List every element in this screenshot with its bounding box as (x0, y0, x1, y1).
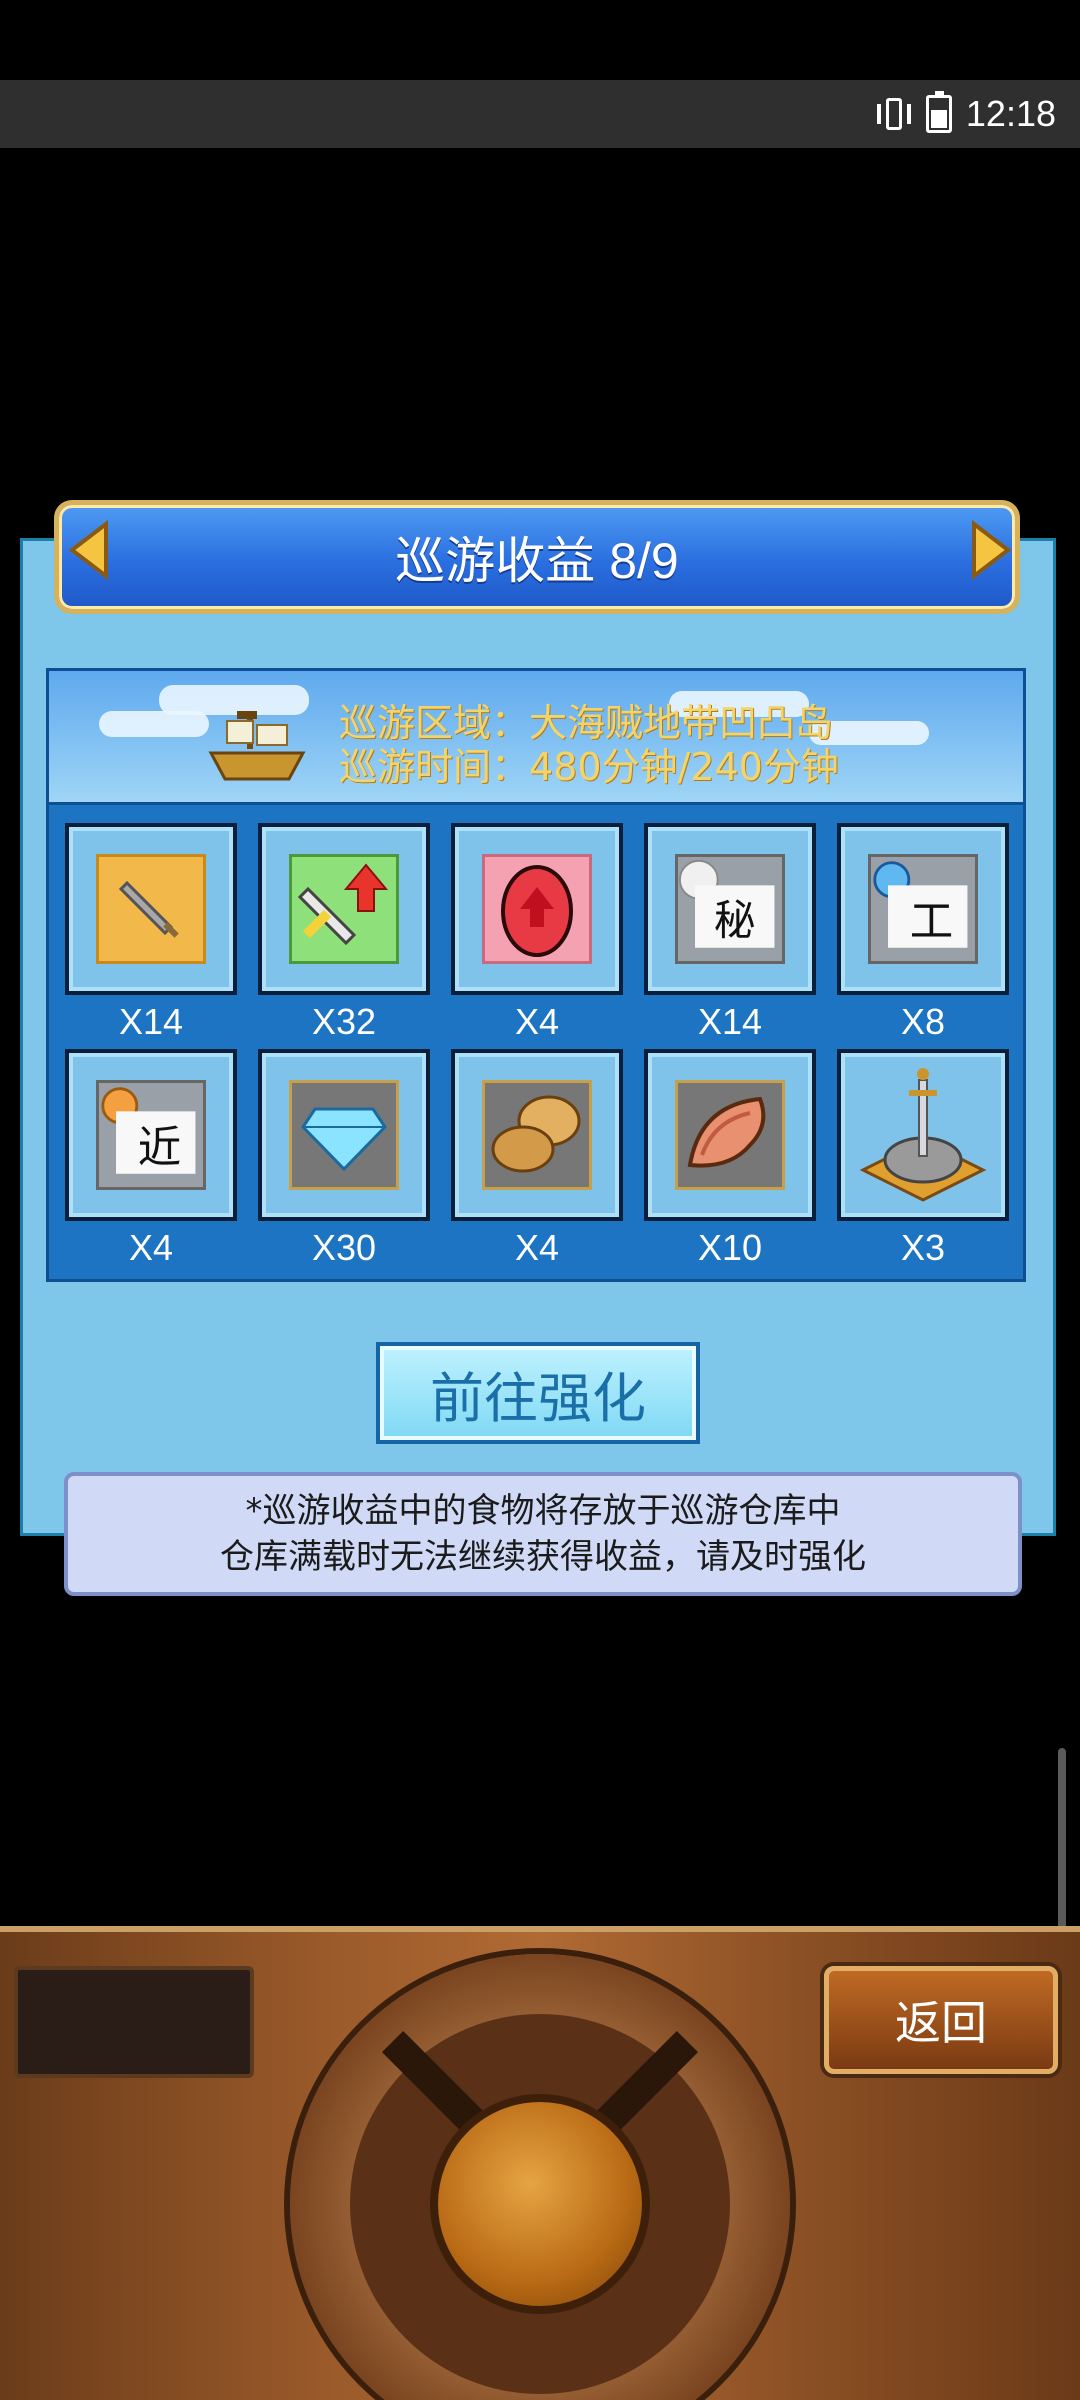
red-gem-upgrade-icon (501, 865, 573, 957)
reward-item[interactable]: X14 (65, 823, 237, 1049)
meat-icon (687, 1096, 766, 1168)
back-button[interactable]: 返回 (824, 1966, 1058, 2074)
cruise-region: 巡游区域：大海贼地带凹凸岛 (339, 701, 834, 745)
cruise-info: 巡游区域：大海贼地带凹凸岛 巡游时间：480分钟/240分钟 (49, 671, 1023, 805)
reward-item[interactable]: X4 (451, 1049, 623, 1275)
cruise-info-text: 巡游区域：大海贼地带凹凸岛 巡游时间：480分钟/240分钟 (339, 701, 839, 789)
dpad[interactable] (290, 1954, 790, 2400)
note-line-1: *巡游收益中的食物将存放于巡游仓库中 (245, 1491, 841, 1531)
go-enhance-button[interactable]: 前往强化 (376, 1342, 700, 1444)
cruise-time: 巡游时间：480分钟/240分钟 (339, 745, 839, 789)
reward-item[interactable]: X10 (644, 1049, 816, 1275)
clock: 12:18 (965, 93, 1056, 134)
display-slot (14, 1966, 254, 2078)
left-arrow-icon[interactable] (66, 520, 110, 580)
reward-item[interactable]: 工 X8 (837, 823, 1009, 1049)
reward-item[interactable]: X4 (451, 823, 623, 1049)
reward-grid: X14 X32 X4 秘 X14 工 X8 近 X4 X30 X4 X10 X3 (65, 823, 1009, 1275)
ship-icon (208, 711, 306, 781)
svg-text:近: 近 (138, 1123, 181, 1173)
dpad-center-button[interactable] (430, 2094, 650, 2314)
reward-item[interactable]: X3 (837, 1049, 1009, 1275)
sword-upgrade-icon (297, 863, 389, 946)
dagger-icon (118, 880, 179, 938)
vibrate-icon (876, 96, 912, 132)
right-arrow-icon[interactable] (970, 520, 1014, 580)
dialog-title-bar: 巡游收益 8/9 (54, 500, 1020, 614)
reward-item[interactable]: 秘 X14 (644, 823, 816, 1049)
reward-item[interactable]: X30 (258, 1049, 430, 1275)
reward-item[interactable]: 近 X4 (65, 1049, 237, 1275)
bread-icon (491, 1095, 581, 1173)
sword-in-stone-icon (859, 1068, 987, 1202)
controller-console: 返回 (0, 1926, 1080, 2400)
storage-note: *巡游收益中的食物将存放于巡游仓库中 仓库满载时无法继续获得收益，请及时强化 (64, 1472, 1022, 1596)
diamond-icon (301, 1107, 387, 1172)
status-bar: 12:18 (0, 80, 1080, 148)
reward-item[interactable]: X32 (258, 823, 430, 1049)
svg-text:工: 工 (910, 897, 954, 947)
secret-scroll-icon: 秘 (678, 859, 775, 948)
craft-scroll-icon: 工 (873, 861, 968, 948)
near-scroll-icon: 近 (101, 1087, 196, 1174)
dialog-title: 巡游收益 8/9 (395, 533, 679, 589)
battery-charging-icon (925, 91, 952, 133)
note-line-2: 仓库满载时无法继续获得收益，请及时强化 (220, 1537, 866, 1577)
rewards-content: 巡游区域：大海贼地带凹凸岛 巡游时间：480分钟/240分钟 X14 X32 X… (46, 668, 1026, 1282)
svg-text:秘: 秘 (714, 896, 756, 945)
